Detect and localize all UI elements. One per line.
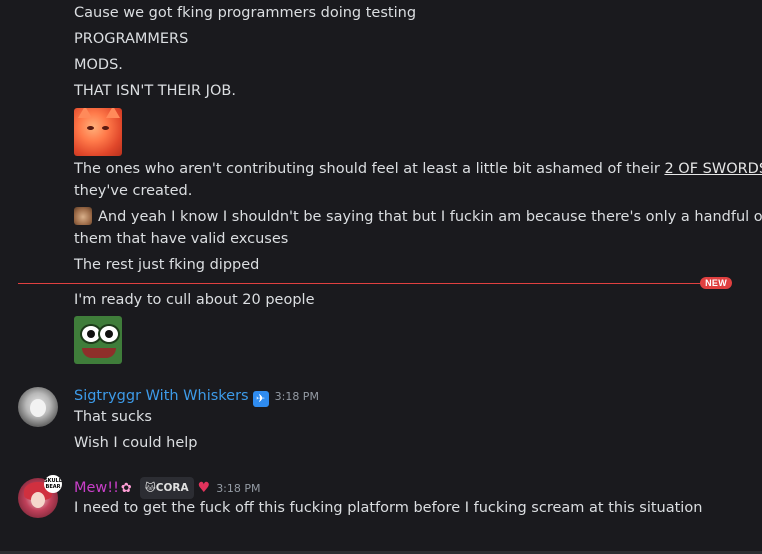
- timestamp: 3:18 PM: [274, 390, 319, 403]
- flower-icon: ✿: [120, 481, 132, 496]
- message-header: Sigtryggr With Whiskers ✈ 3:18 PM: [74, 386, 319, 407]
- hamster-emoji-icon: [74, 207, 92, 225]
- message-text: them that have valid excuses: [74, 231, 289, 247]
- message-text: The ones who aren't contributing should …: [74, 158, 762, 180]
- message-text: I need to get the fuck off this fucking …: [74, 500, 703, 516]
- message-text: That sucks: [74, 409, 152, 425]
- avatar[interactable]: [18, 387, 58, 427]
- new-badge: NEW: [700, 277, 732, 289]
- message-text: The rest just fking dipped: [74, 257, 260, 273]
- avatar-decoration-badge: SKULL BEAR: [44, 475, 62, 493]
- message-text: I'm ready to cull about 20 people: [74, 292, 315, 308]
- message-text: Wish I could help: [74, 435, 198, 451]
- role-icon: ✈: [252, 391, 269, 407]
- message-text: And yeah I know I shouldn't be saying th…: [74, 206, 762, 228]
- message-text: they've created.: [74, 183, 193, 199]
- message-text: THAT ISN'T THEIR JOB.: [74, 83, 236, 99]
- frog-emoji-image[interactable]: [74, 316, 122, 364]
- clan-tag[interactable]: 🐱CORA: [139, 477, 194, 499]
- message-text-part: And yeah I know I shouldn't be saying th…: [98, 209, 762, 225]
- chat-messages: Cause we got fking programmers doing tes…: [0, 0, 762, 554]
- message-header: Mew!! ✿ 🐱CORA ♥ 3:18 PM: [74, 477, 261, 499]
- message-text-part: The ones who aren't contributing should …: [74, 161, 665, 177]
- message-text: Cause we got fking programmers doing tes…: [74, 5, 417, 21]
- message-text: PROGRAMMERS: [74, 31, 189, 47]
- new-messages-divider: [18, 283, 726, 284]
- username[interactable]: Mew!!: [74, 480, 119, 496]
- username[interactable]: Sigtryggr With Whiskers: [74, 388, 249, 404]
- cat-emoji-image[interactable]: [74, 108, 122, 156]
- mention-link[interactable]: 2 OF SWORDS: [664, 161, 762, 177]
- message-text: MODS.: [74, 57, 123, 73]
- timestamp: 3:18 PM: [216, 482, 261, 495]
- heart-icon: ♥: [197, 480, 211, 496]
